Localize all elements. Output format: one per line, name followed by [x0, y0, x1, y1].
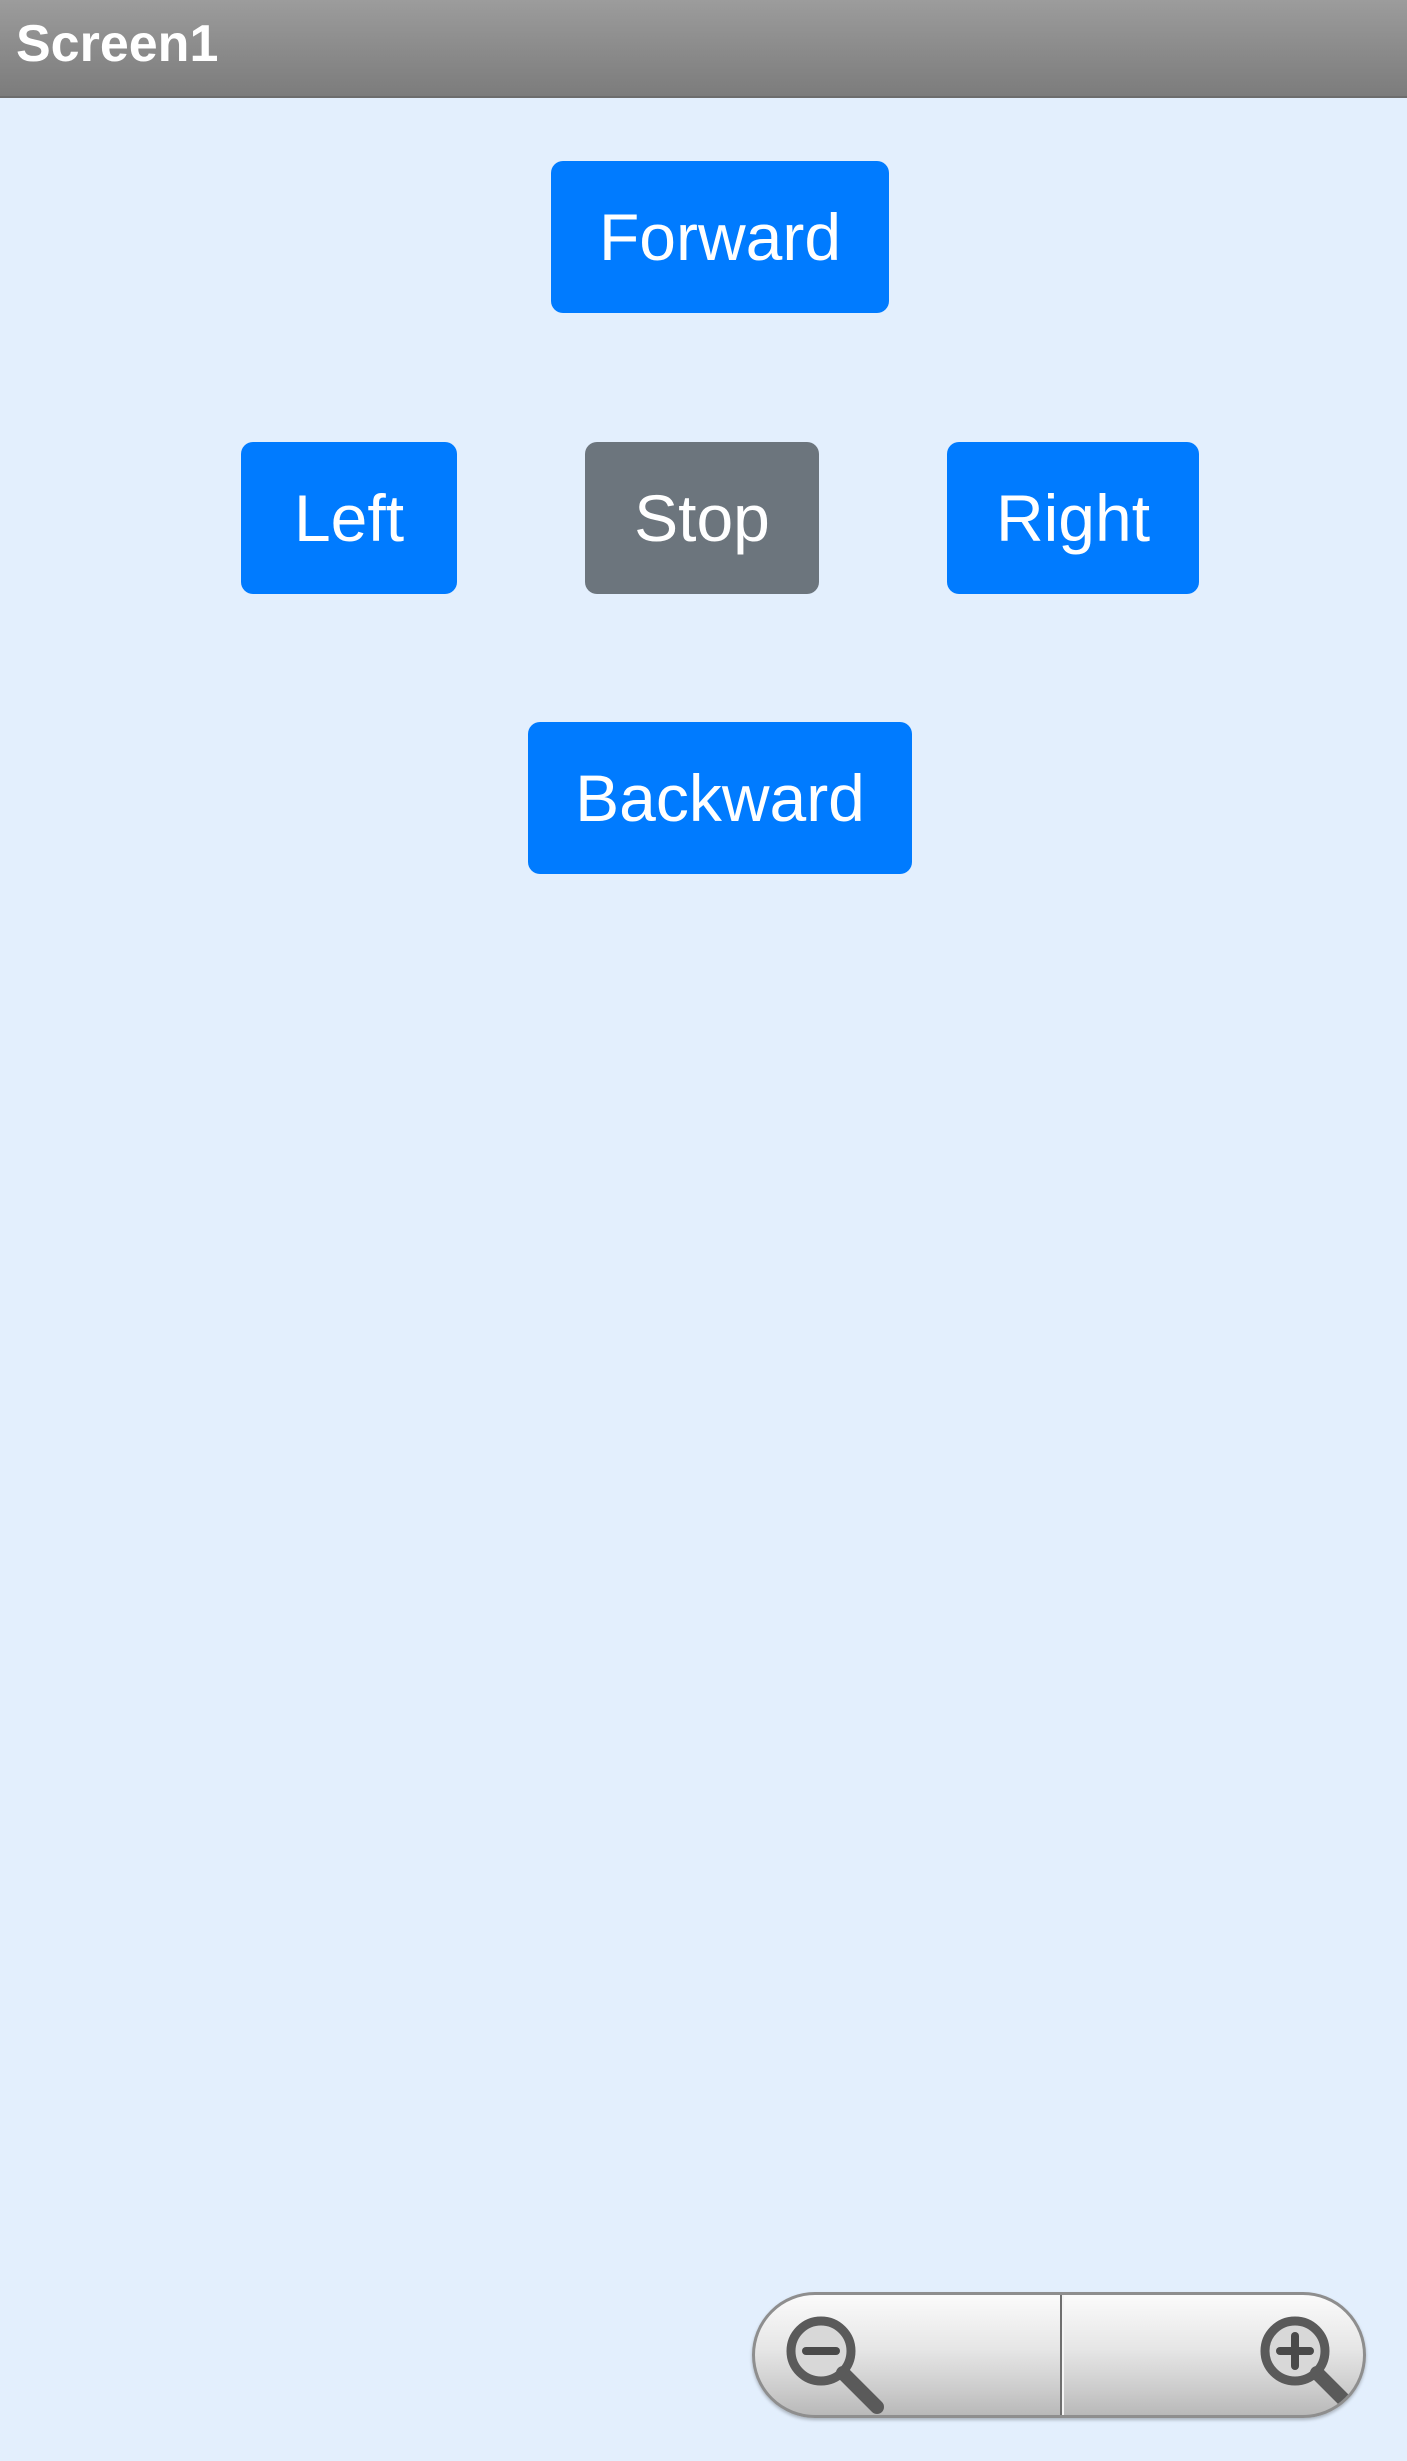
stop-button[interactable]: Stop — [585, 442, 819, 594]
zoom-in-button[interactable] — [1057, 2295, 1363, 2415]
forward-button[interactable]: Forward — [551, 161, 889, 313]
right-button[interactable]: Right — [947, 442, 1199, 594]
screen-title: Screen1 — [16, 15, 219, 73]
zoom-out-icon — [786, 2316, 884, 2414]
zoom-controls — [752, 2292, 1366, 2418]
zoom-in-icon — [1260, 2316, 1356, 2412]
backward-button[interactable]: Backward — [528, 722, 912, 874]
title-bar: Screen1 — [0, 0, 1407, 98]
left-button[interactable]: Left — [241, 442, 457, 594]
app-screen: Screen1 Forward Left Stop Right Backward — [0, 0, 1407, 2461]
zoom-out-button[interactable] — [755, 2295, 1061, 2415]
